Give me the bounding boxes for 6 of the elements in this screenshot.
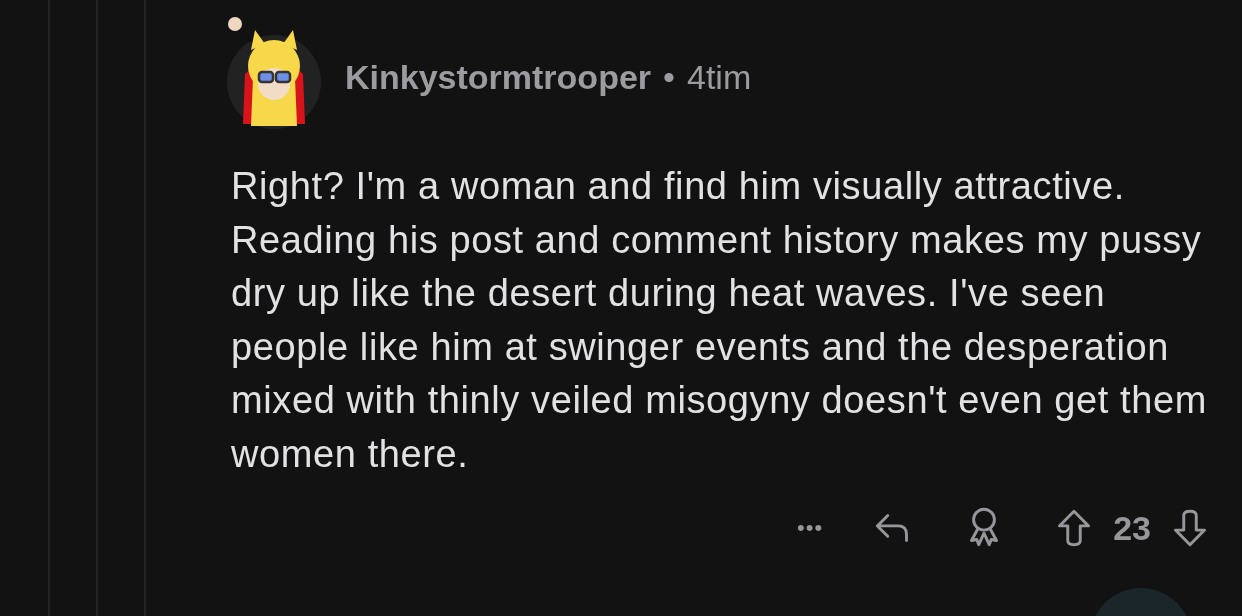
username[interactable]: Kinkystormtrooper [345,57,652,97]
timestamp: 4tim [686,57,752,97]
vote-count: 23 [1113,508,1151,548]
more-button[interactable]: ••• [797,515,824,541]
separator: • [663,57,675,97]
comment-text: Right? I'm a woman and find him visually attractive. Reading his post and comment history makes my pussy dry up like the desert during heat waves. I've seen people like him at swinger events and the desperation mixed with thinly veiled misogyny doesn't even get them women there. [231,164,1208,477]
